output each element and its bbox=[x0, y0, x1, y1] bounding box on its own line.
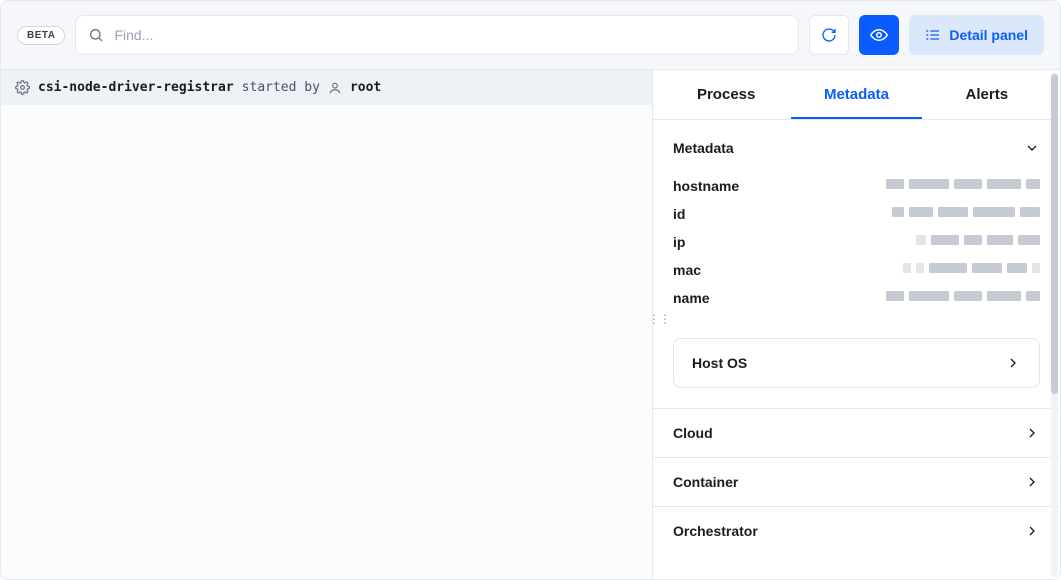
scrollbar[interactable] bbox=[1051, 72, 1058, 577]
view-button[interactable] bbox=[859, 15, 899, 55]
tabs: Process Metadata Alerts bbox=[653, 70, 1060, 120]
section-title: Metadata bbox=[673, 140, 734, 156]
kv-key: hostname bbox=[673, 178, 813, 194]
topbar: BETA Detail panel bbox=[1, 1, 1060, 70]
kv-value-redacted bbox=[813, 179, 1040, 193]
kv-key: name bbox=[673, 290, 813, 306]
section-header-metadata[interactable]: Metadata bbox=[653, 124, 1060, 172]
event-row[interactable]: csi-node-driver-registrar started by roo… bbox=[1, 70, 652, 105]
search-input[interactable] bbox=[114, 27, 786, 43]
user-name: root bbox=[350, 80, 381, 95]
search-field[interactable] bbox=[75, 15, 799, 55]
kv-value-redacted bbox=[813, 207, 1040, 221]
event-connector: started by bbox=[242, 80, 320, 95]
kv-key: id bbox=[673, 206, 813, 222]
chevron-right-icon bbox=[1005, 355, 1021, 371]
panel-scroll: Metadata hostname id bbox=[653, 120, 1060, 579]
gear-icon bbox=[15, 80, 30, 95]
subcard-host-os[interactable]: Host OS bbox=[673, 338, 1040, 388]
kv-key: mac bbox=[673, 262, 813, 278]
detail-panel-label: Detail panel bbox=[949, 27, 1028, 43]
refresh-icon bbox=[821, 27, 837, 43]
section-title: Container bbox=[673, 474, 738, 490]
tab-alerts[interactable]: Alerts bbox=[922, 70, 1052, 119]
body: csi-node-driver-registrar started by roo… bbox=[1, 70, 1060, 579]
kv-row: hostname bbox=[673, 172, 1040, 200]
section-orchestrator: Orchestrator bbox=[653, 507, 1060, 555]
kv-value-redacted bbox=[813, 263, 1040, 277]
kv-row: ip bbox=[673, 228, 1040, 256]
section-container: Container bbox=[653, 458, 1060, 507]
chevron-right-icon bbox=[1024, 474, 1040, 490]
kv-row: name bbox=[673, 284, 1040, 312]
app-root: BETA Detail panel bbox=[0, 0, 1061, 580]
section-metadata: Metadata hostname id bbox=[653, 124, 1060, 409]
chevron-right-icon bbox=[1024, 523, 1040, 539]
section-title: Cloud bbox=[673, 425, 713, 441]
beta-badge: BETA bbox=[17, 26, 65, 45]
section-title: Orchestrator bbox=[673, 523, 758, 539]
chevron-down-icon bbox=[1024, 140, 1040, 156]
kv-key: ip bbox=[673, 234, 813, 250]
section-cloud: Cloud bbox=[653, 409, 1060, 458]
tab-metadata[interactable]: Metadata bbox=[791, 70, 921, 119]
scrollbar-thumb[interactable] bbox=[1051, 74, 1058, 394]
section-header-orchestrator[interactable]: Orchestrator bbox=[653, 507, 1060, 555]
section-body-metadata: hostname id ip bbox=[653, 172, 1060, 330]
process-name: csi-node-driver-registrar bbox=[38, 80, 234, 95]
list-icon bbox=[925, 27, 941, 43]
event-list: csi-node-driver-registrar started by roo… bbox=[1, 70, 652, 579]
search-icon bbox=[88, 27, 104, 43]
tab-process[interactable]: Process bbox=[661, 70, 791, 119]
kv-row: id bbox=[673, 200, 1040, 228]
kv-value-redacted bbox=[813, 235, 1040, 249]
kv-row: mac bbox=[673, 256, 1040, 284]
detail-panel: Process Metadata Alerts Metadata hostnam… bbox=[653, 70, 1060, 579]
user-icon bbox=[328, 81, 342, 95]
eye-icon bbox=[870, 26, 888, 44]
detail-panel-button[interactable]: Detail panel bbox=[909, 15, 1044, 55]
section-header-container[interactable]: Container bbox=[653, 458, 1060, 506]
section-header-cloud[interactable]: Cloud bbox=[653, 409, 1060, 457]
subcard-title: Host OS bbox=[692, 355, 747, 371]
chevron-right-icon bbox=[1024, 425, 1040, 441]
kv-value-redacted bbox=[813, 291, 1040, 305]
refresh-button[interactable] bbox=[809, 15, 849, 55]
